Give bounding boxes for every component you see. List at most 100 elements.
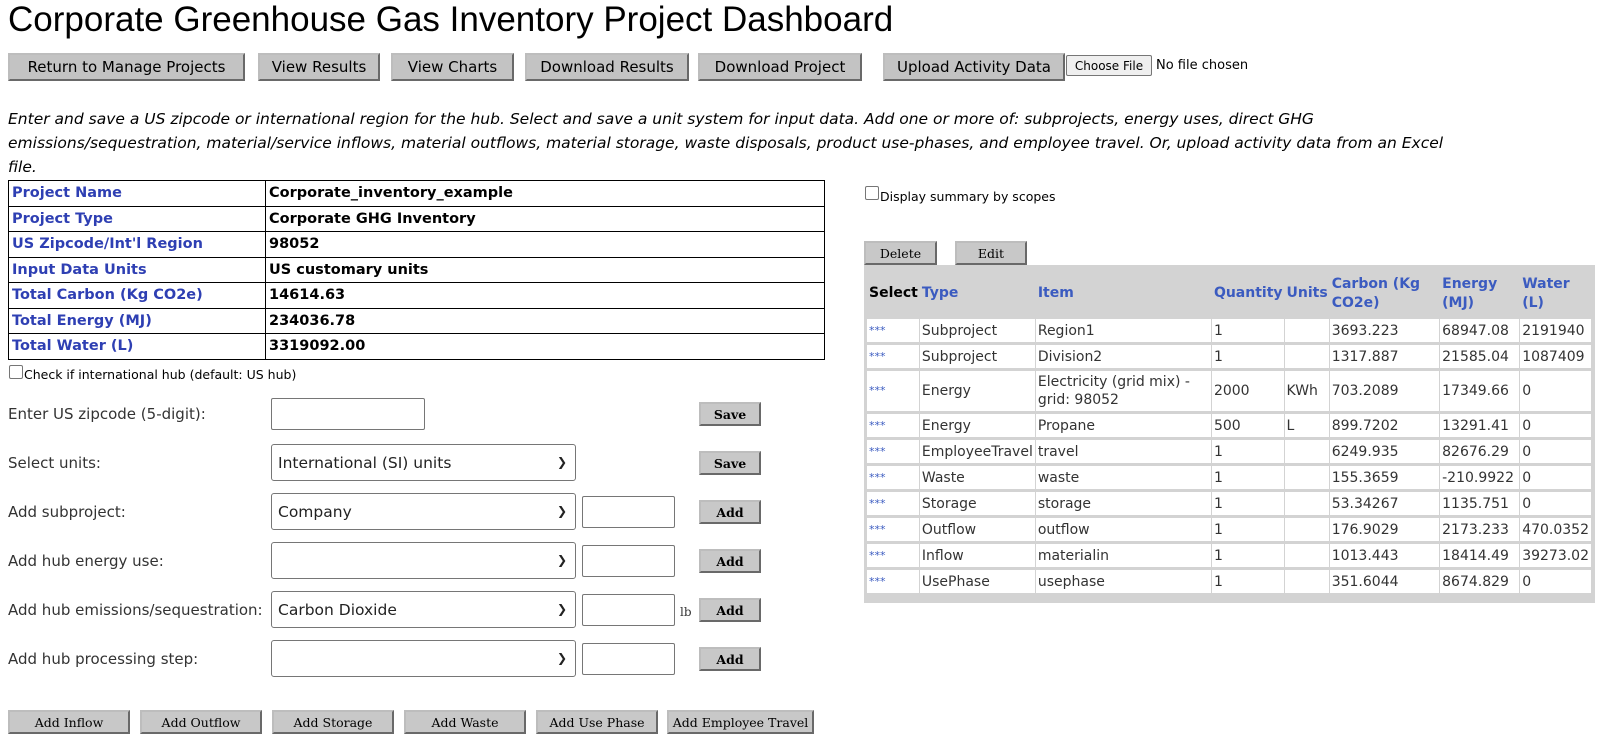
- cell-select[interactable]: ***: [867, 319, 920, 342]
- table-row: *** Energy Propane 500 L 899.7202 13291.41 0: [867, 414, 1592, 437]
- cell-energy: 82676.29: [1440, 440, 1521, 463]
- add-inflow-button[interactable]: Add Inflow: [8, 710, 130, 734]
- table-row: *** Waste waste 1 155.3659 -210.9922 0: [867, 466, 1592, 489]
- cell-units: [1284, 440, 1330, 463]
- cell-select[interactable]: ***: [867, 440, 920, 463]
- emissions-select[interactable]: Carbon Dioxide ❯: [271, 591, 576, 628]
- energy-use-quantity-input[interactable]: [582, 545, 675, 577]
- cell-item: Propane: [1035, 414, 1212, 437]
- add-waste-button[interactable]: Add Waste: [404, 710, 526, 734]
- cell-carbon: 899.7202: [1329, 414, 1441, 437]
- international-hub-checkbox[interactable]: [9, 365, 23, 379]
- upload-activity-data-button[interactable]: Upload Activity Data: [883, 53, 1065, 81]
- cell-water: 0: [1520, 440, 1592, 463]
- cell-select[interactable]: ***: [867, 570, 920, 593]
- add-use-phase-button[interactable]: Add Use Phase: [536, 710, 658, 734]
- add-outflow-button[interactable]: Add Outflow: [140, 710, 262, 734]
- header-item[interactable]: Item: [1035, 271, 1212, 316]
- processing-step-quantity-input[interactable]: [582, 643, 675, 675]
- cell-quantity: 2000: [1211, 371, 1285, 411]
- table-header-row: Select Type Item Quantity Units Carbon (…: [867, 271, 1592, 316]
- zipcode-input[interactable]: [271, 398, 425, 430]
- project-field-label: Total Water (L): [8, 333, 266, 360]
- add-storage-button[interactable]: Add Storage: [272, 710, 394, 734]
- add-subproject-button[interactable]: Add: [699, 500, 761, 524]
- project-field-value: 98052: [265, 231, 825, 258]
- project-field-label: Input Data Units: [8, 256, 266, 283]
- cell-water: 39273.02: [1520, 544, 1592, 567]
- save-units-button[interactable]: Save: [699, 451, 761, 475]
- add-processing-step-button[interactable]: Add: [699, 647, 761, 671]
- choose-file-button[interactable]: Choose File: [1066, 55, 1152, 76]
- project-field-value: US customary units: [265, 256, 825, 283]
- units-select[interactable]: International (SI) units ❯: [271, 444, 576, 481]
- add-employee-travel-button[interactable]: Add Employee Travel: [667, 710, 814, 734]
- view-charts-button[interactable]: View Charts: [391, 53, 514, 81]
- energy-use-select[interactable]: ❯: [271, 542, 576, 579]
- cell-select[interactable]: ***: [867, 544, 920, 567]
- cell-type: Waste: [919, 466, 1036, 489]
- cell-select[interactable]: ***: [867, 414, 920, 437]
- cell-quantity: 1: [1211, 518, 1285, 541]
- cell-select[interactable]: ***: [867, 371, 920, 411]
- header-quantity[interactable]: Quantity: [1211, 271, 1285, 316]
- emissions-label: Add hub emissions/sequestration:: [8, 601, 263, 619]
- cell-item: waste: [1035, 466, 1212, 489]
- cell-energy: 17349.66: [1440, 371, 1521, 411]
- cell-energy: -210.9922: [1440, 466, 1521, 489]
- cell-carbon: 176.9029: [1329, 518, 1441, 541]
- activity-summary-table: Select Type Item Quantity Units Carbon (…: [864, 265, 1595, 603]
- add-energy-use-button[interactable]: Add: [699, 549, 761, 573]
- cell-type: Energy: [919, 371, 1036, 411]
- emissions-unit-label: lb: [680, 605, 692, 619]
- header-water[interactable]: Water (L): [1520, 271, 1592, 316]
- cell-energy: 2173.233: [1440, 518, 1521, 541]
- cell-select[interactable]: ***: [867, 345, 920, 368]
- cell-water: 0: [1520, 492, 1592, 515]
- cell-type: EmployeeTravel: [919, 440, 1036, 463]
- units-select-value: International (SI) units: [278, 453, 452, 472]
- cell-carbon: 3693.223: [1329, 319, 1441, 342]
- save-zipcode-button[interactable]: Save: [699, 402, 761, 426]
- header-energy[interactable]: Energy (MJ): [1440, 271, 1521, 316]
- cell-item: materialin: [1035, 544, 1212, 567]
- view-results-button[interactable]: View Results: [258, 53, 380, 81]
- subproject-select[interactable]: Company ❯: [271, 493, 576, 530]
- cell-select[interactable]: ***: [867, 466, 920, 489]
- header-type[interactable]: Type: [919, 271, 1036, 316]
- download-results-button[interactable]: Download Results: [525, 53, 689, 81]
- project-field-label: US Zipcode/Int'l Region: [8, 231, 266, 258]
- processing-step-select[interactable]: ❯: [271, 640, 576, 677]
- cell-type: Subproject: [919, 319, 1036, 342]
- subproject-quantity-input[interactable]: [582, 496, 675, 528]
- emissions-select-value: Carbon Dioxide: [278, 600, 397, 619]
- add-emissions-button[interactable]: Add: [699, 598, 761, 622]
- project-field-label: Total Carbon (Kg CO2e): [8, 282, 266, 309]
- project-field-value: 234036.78: [265, 307, 825, 334]
- cell-select[interactable]: ***: [867, 492, 920, 515]
- cell-quantity: 1: [1211, 319, 1285, 342]
- table-row: *** UsePhase usephase 1 351.6044 8674.829 0: [867, 570, 1592, 593]
- project-row: Input Data Units US customary units: [8, 256, 825, 283]
- header-carbon[interactable]: Carbon (Kg CO2e): [1329, 271, 1441, 316]
- cell-water: 2191940: [1520, 319, 1592, 342]
- subproject-select-value: Company: [278, 502, 352, 521]
- display-scopes-checkbox[interactable]: [865, 186, 879, 200]
- project-row: Project Type Corporate GHG Inventory: [8, 205, 825, 232]
- cell-units: [1284, 345, 1330, 368]
- return-to-manage-projects-button[interactable]: Return to Manage Projects: [8, 53, 245, 81]
- international-hub-label: Check if international hub (default: US …: [24, 367, 297, 382]
- header-select: Select: [867, 271, 920, 316]
- units-label: Select units:: [8, 454, 101, 472]
- project-field-label: Project Name: [8, 180, 266, 207]
- table-row: *** Outflow outflow 1 176.9029 2173.233 470.03…: [867, 518, 1592, 541]
- emissions-quantity-input[interactable]: [582, 594, 675, 626]
- cell-quantity: 500: [1211, 414, 1285, 437]
- no-file-chosen-text: No file chosen: [1156, 58, 1249, 73]
- edit-button[interactable]: Edit: [955, 241, 1027, 265]
- header-units[interactable]: Units: [1284, 271, 1330, 316]
- cell-select[interactable]: ***: [867, 518, 920, 541]
- delete-button[interactable]: Delete: [864, 241, 937, 265]
- zipcode-label: Enter US zipcode (5-digit):: [8, 405, 206, 423]
- download-project-button[interactable]: Download Project: [698, 53, 862, 81]
